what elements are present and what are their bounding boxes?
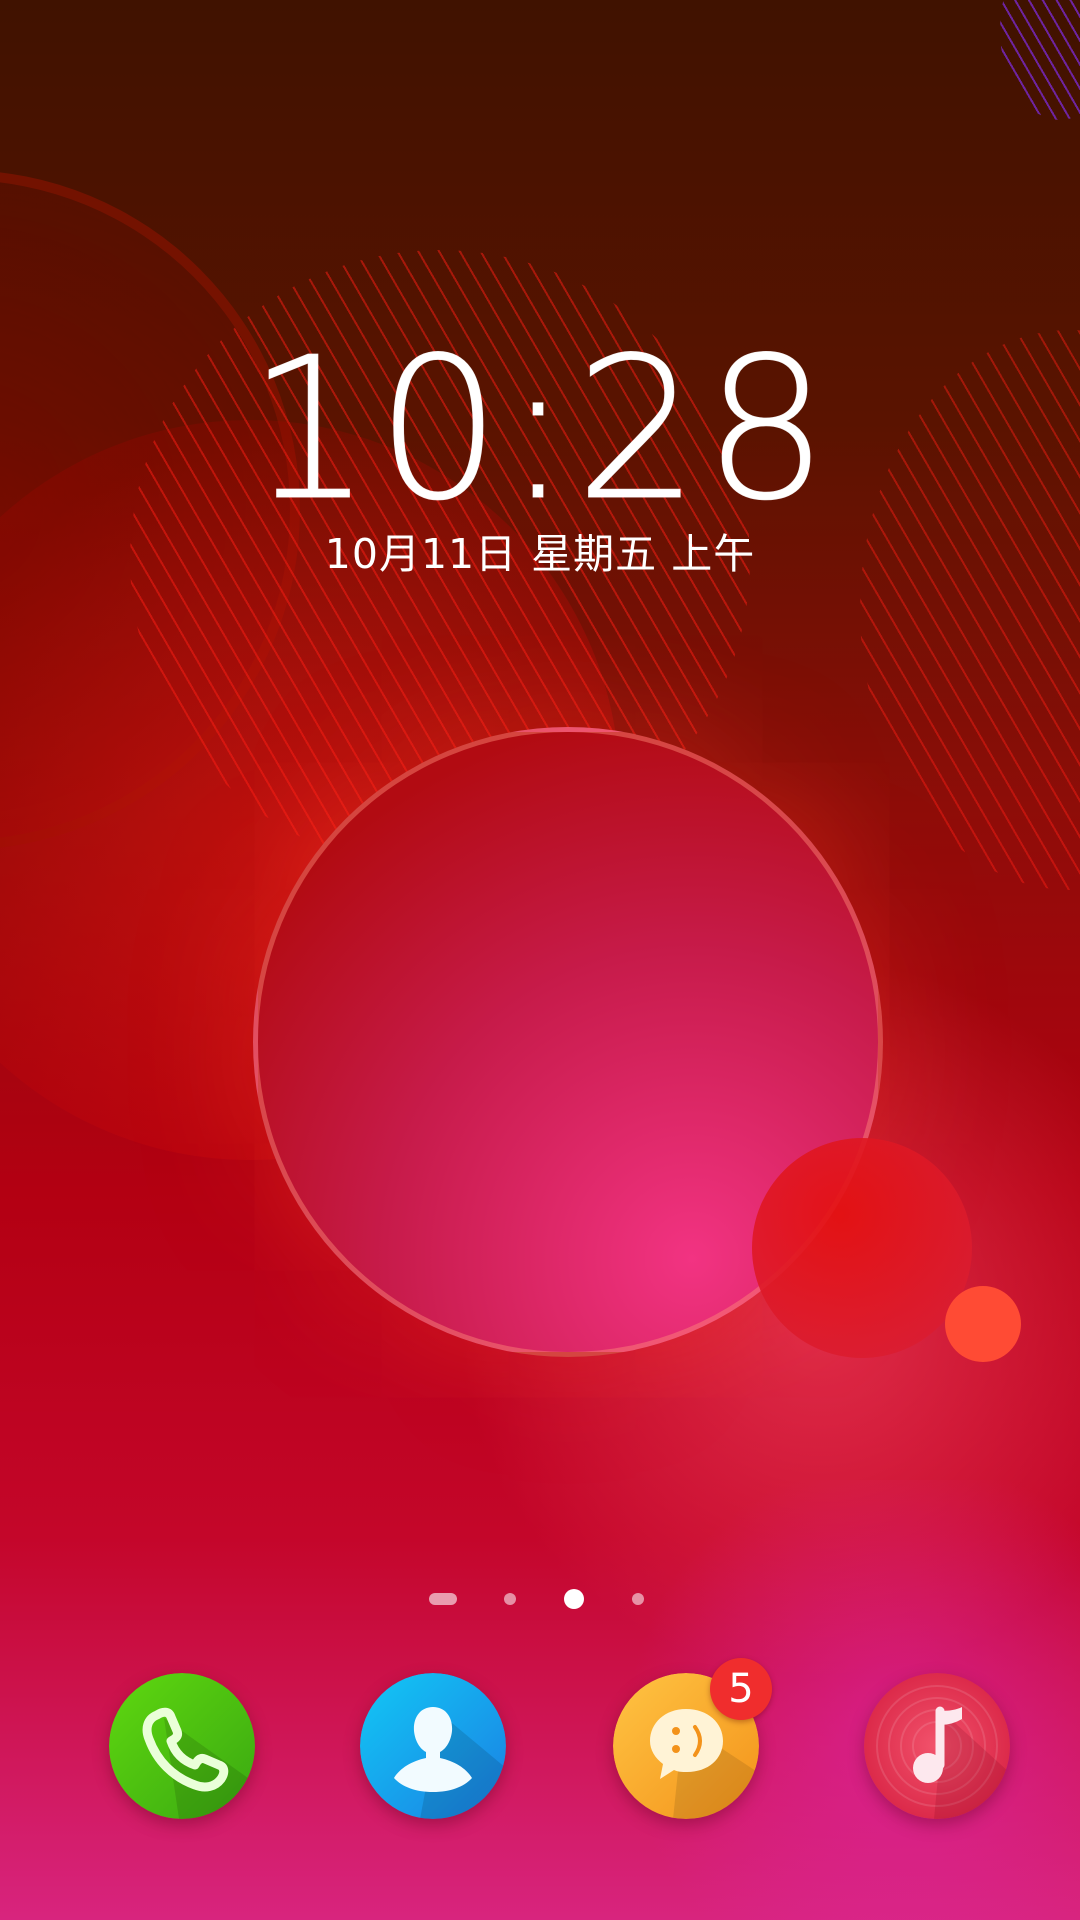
- clock-date: 10月11日 星期五 上午: [324, 530, 756, 578]
- wallpaper-circle: [752, 1138, 972, 1358]
- page-indicator-dot[interactable]: [504, 1593, 516, 1605]
- messages-app[interactable]: 5: [613, 1658, 772, 1819]
- phone-app[interactable]: [109, 1673, 255, 1819]
- music-icon: [864, 1673, 1010, 1819]
- unread-badge: 5: [710, 1658, 772, 1720]
- page-indicator-dot-active[interactable]: [564, 1589, 584, 1609]
- wallpaper: [0, 0, 1080, 1920]
- phone-icon: [109, 1673, 255, 1819]
- contacts-icon: [360, 1673, 506, 1819]
- wallpaper-circle: [945, 1286, 1021, 1362]
- page-indicator-home[interactable]: [429, 1593, 457, 1605]
- clock-time: 10:28: [247, 316, 833, 544]
- page-indicator: [0, 1585, 1080, 1613]
- page-indicator-dot[interactable]: [632, 1593, 644, 1605]
- dock: 5: [0, 1658, 1080, 1819]
- music-app[interactable]: [864, 1673, 1010, 1819]
- wallpaper-hatch: [1000, 0, 1080, 120]
- contacts-app[interactable]: [360, 1673, 506, 1819]
